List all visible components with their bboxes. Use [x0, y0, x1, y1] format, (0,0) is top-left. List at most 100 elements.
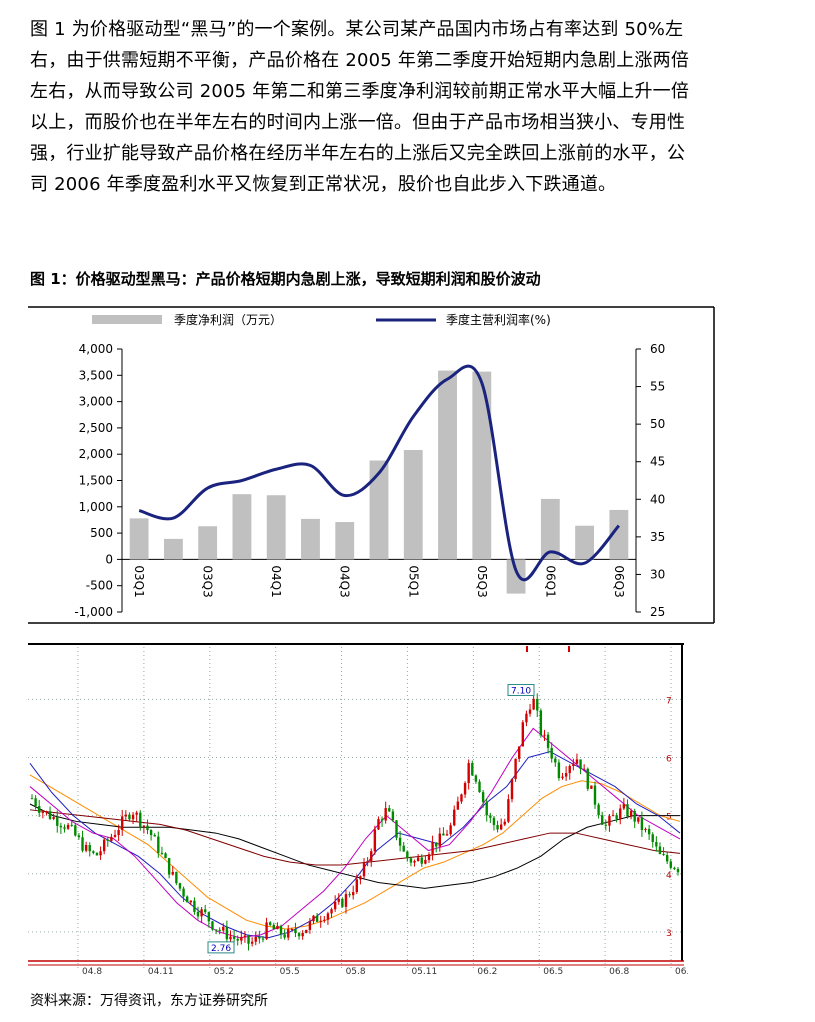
low-price-label: 2.76	[211, 944, 231, 954]
candle-body	[63, 827, 66, 829]
candle-body	[99, 851, 102, 856]
candle-body	[272, 924, 275, 930]
price-x-label: 05.8	[346, 967, 366, 977]
candle-body	[637, 817, 640, 822]
candle-body	[474, 775, 478, 782]
candle-body	[261, 938, 265, 940]
price-x-label: 04.8	[82, 967, 102, 977]
candle-body	[622, 804, 626, 809]
paragraph-line: 以上，而股价也在半年左右的时间内上涨一倍。但由于产品市场相当狭小、专用性	[30, 112, 686, 133]
profit-bar	[232, 494, 252, 560]
candle-body	[45, 811, 48, 813]
candle-body	[362, 862, 366, 877]
candle-body	[550, 747, 553, 759]
candle-body	[319, 920, 322, 922]
candle-body	[139, 812, 142, 827]
candle-body	[81, 837, 84, 851]
left-tick-label: 3,000	[79, 395, 113, 409]
price-x-label: 05.2	[214, 967, 234, 977]
candle-body	[575, 759, 579, 764]
price-tick-label: 3	[666, 929, 672, 939]
candle-body	[146, 825, 149, 831]
candle-body	[604, 824, 608, 826]
candle-body	[247, 935, 250, 944]
candle-body	[619, 808, 622, 819]
profit-bar	[198, 526, 218, 560]
right-tick-label: 40	[650, 492, 665, 506]
candle-body	[135, 812, 138, 815]
candle-body	[178, 883, 182, 889]
candle-body	[391, 811, 395, 821]
top-marker	[526, 646, 528, 652]
candle-body	[175, 871, 178, 884]
candle-body	[496, 825, 499, 830]
candle-body	[514, 758, 517, 780]
candle-body	[121, 816, 124, 830]
candle-body	[34, 798, 37, 807]
candle-body	[442, 833, 445, 836]
left-tick-label: 3,500	[79, 368, 113, 382]
candle-body	[507, 799, 510, 822]
candle-body	[207, 912, 211, 922]
candle-body	[359, 876, 362, 880]
left-tick-label: -1,000	[74, 605, 113, 619]
candle-body	[665, 855, 669, 862]
candle-body	[337, 898, 340, 902]
candle-body	[92, 851, 95, 853]
candle-body	[326, 913, 330, 920]
candle-body	[283, 934, 286, 938]
candle-body	[510, 779, 514, 800]
candle-body	[463, 782, 467, 795]
candle-body	[503, 821, 506, 825]
candle-body	[236, 938, 239, 941]
candle-body	[30, 798, 34, 800]
price-tick-label: 7	[666, 696, 672, 706]
paragraph-line: 右，由于供需短期不平衡，产品价格在 2005 年第二季度开始短期内急剧上涨两倍	[30, 50, 690, 71]
candle-body	[453, 809, 456, 826]
candle-body	[456, 801, 460, 810]
candle-body	[539, 710, 543, 735]
candle-body	[84, 845, 88, 851]
candle-body	[88, 845, 91, 852]
candle-body	[240, 936, 243, 941]
price-x-label: 05.5	[280, 967, 300, 977]
left-tick-label: 0	[105, 552, 113, 566]
candle-body	[185, 896, 189, 903]
price-chart: 7654304.8 04.11 05.2 05.5 05.8 05.11 06.2 06.5 0…	[28, 643, 688, 979]
candle-body	[658, 846, 662, 855]
right-tick-label: 60	[650, 342, 665, 356]
candle-body	[229, 936, 232, 940]
candle-body	[48, 811, 52, 819]
category-tick-label: 04Q1	[269, 565, 283, 597]
profit-bar	[301, 518, 320, 560]
candle-body	[351, 892, 355, 896]
candle-body	[601, 815, 604, 825]
candle-body	[211, 921, 214, 930]
right-tick-label: 25	[650, 605, 665, 619]
category-tick-label: 06Q1	[543, 565, 557, 597]
candle-body	[377, 819, 380, 830]
candle-body	[200, 909, 203, 917]
legend-bar-swatch	[92, 315, 162, 324]
profit-bar	[266, 495, 286, 560]
left-tick-label: 1,000	[79, 500, 113, 514]
profit-bar	[335, 522, 355, 560]
candle-body	[536, 698, 539, 711]
candle-body	[640, 817, 644, 831]
candle-body	[330, 909, 333, 914]
category-tick-label: 03Q1	[132, 565, 146, 597]
candle-body	[586, 768, 589, 789]
candle-body	[344, 894, 348, 907]
paragraph-line: 左右，从而导致公司 2005 年第二和第三季度净利润较前期正常水平大幅上升一倍	[30, 81, 690, 102]
candle-body	[204, 909, 207, 913]
price-x-label: 05.11	[411, 967, 437, 977]
candle-body	[164, 853, 167, 859]
candle-body	[153, 835, 156, 837]
candle-body	[673, 867, 676, 869]
candle-body	[243, 935, 247, 937]
right-tick-label: 35	[650, 530, 665, 544]
candle-body	[333, 901, 337, 910]
candle-body	[395, 820, 398, 838]
candle-body	[424, 859, 427, 864]
left-tick-label: 1,500	[79, 474, 113, 488]
